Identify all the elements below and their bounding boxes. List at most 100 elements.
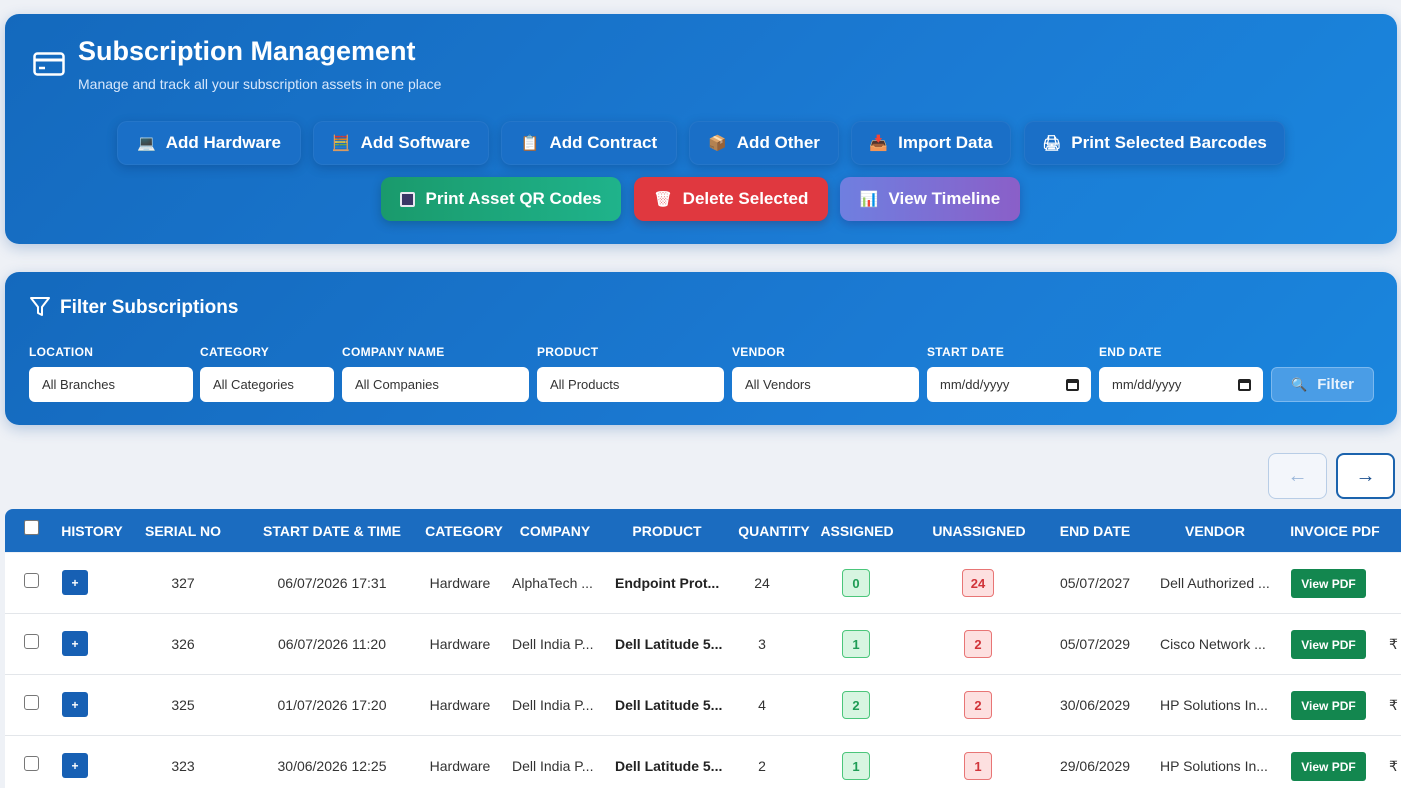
history-expand-button[interactable]: + xyxy=(62,692,88,717)
start-date-input[interactable]: mm/dd/yyyy xyxy=(927,367,1091,402)
col-vendor[interactable]: VENDOR xyxy=(1185,523,1245,539)
table-header: HISTORY SERIAL NO START DATE & TIME CATE… xyxy=(5,509,1401,552)
view-pdf-button[interactable]: View PDF xyxy=(1291,569,1366,598)
row-checkbox[interactable] xyxy=(24,695,39,710)
add-hardware-button[interactable]: 💻 Add Hardware xyxy=(117,121,301,165)
package-icon: 📦 xyxy=(708,134,727,152)
category: Hardware xyxy=(429,636,491,652)
history-expand-button[interactable]: + xyxy=(62,631,88,656)
quantity: 4 xyxy=(758,697,766,713)
start-date: 01/07/2026 17:20 xyxy=(277,697,387,713)
vendor-select[interactable]: All Vendors xyxy=(732,367,919,402)
unassigned-badge: 2 xyxy=(964,691,992,719)
product: Dell Latitude 5... xyxy=(615,697,723,713)
table-row[interactable]: +323 30/06/2026 12:25 Hardware Dell India P… xyxy=(5,736,1401,788)
category-label: CATEGORY xyxy=(200,345,270,359)
col-start-date[interactable]: START DATE & TIME xyxy=(263,523,401,539)
col-quantity[interactable]: QUANTITY xyxy=(738,523,810,539)
unassigned-badge: 2 xyxy=(964,630,992,658)
product: Endpoint Prot... xyxy=(615,575,720,591)
add-contract-button[interactable]: 📋 Add Contract xyxy=(501,121,677,165)
col-end-date[interactable]: END DATE xyxy=(1060,523,1131,539)
company-select[interactable]: All Companies xyxy=(342,367,529,402)
trash-icon: 🗑 xyxy=(653,190,673,208)
amount-cell: ₹ xyxy=(1389,758,1398,774)
col-invoice-pdf[interactable]: INVOICE PDF xyxy=(1290,523,1379,539)
view-pdf-button[interactable]: View PDF xyxy=(1291,752,1366,781)
table-row[interactable]: +326 06/07/2026 11:20 Hardware Dell India P… xyxy=(5,614,1401,675)
delete-selected-button[interactable]: 🗑 Delete Selected xyxy=(634,177,828,221)
quantity: 2 xyxy=(758,758,766,774)
start-date: 06/07/2026 11:20 xyxy=(278,636,386,652)
quantity: 24 xyxy=(754,575,770,591)
history-expand-button[interactable]: + xyxy=(62,753,88,778)
filter-button[interactable]: 🔍 Filter xyxy=(1271,367,1374,402)
row-checkbox[interactable] xyxy=(24,573,39,588)
vendor: Cisco Network ... xyxy=(1160,636,1266,652)
col-assigned[interactable]: ASSIGNED xyxy=(820,523,893,539)
category-select[interactable]: All Categories xyxy=(200,367,334,402)
start-date-label: START DATE xyxy=(927,345,1005,359)
arrow-left-icon: ← xyxy=(1287,464,1308,487)
view-pdf-button[interactable]: View PDF xyxy=(1291,630,1366,659)
col-company[interactable]: COMPANY xyxy=(520,523,591,539)
arrow-right-icon: → xyxy=(1355,464,1376,487)
vendor: HP Solutions In... xyxy=(1160,758,1268,774)
add-other-button[interactable]: 📦 Add Other xyxy=(689,121,839,165)
print-selected-barcodes-button[interactable]: 🖨 Print Selected Barcodes xyxy=(1024,121,1285,165)
col-history[interactable]: HISTORY xyxy=(61,523,122,539)
funnel-icon xyxy=(30,297,50,316)
row-checkbox[interactable] xyxy=(24,756,39,771)
assigned-badge: 0 xyxy=(842,569,870,597)
company: Dell India P... xyxy=(512,697,594,713)
category: Hardware xyxy=(429,758,491,774)
next-page-button[interactable]: → xyxy=(1336,453,1395,499)
credit-card-icon xyxy=(33,52,65,76)
qr-square-icon xyxy=(400,191,416,207)
vendor-label: VENDOR xyxy=(732,345,786,359)
company-name-label: COMPANY NAME xyxy=(342,345,445,359)
filter-title: Filter Subscriptions xyxy=(60,297,239,318)
table-row[interactable]: +325 01/07/2026 17:20 Hardware Dell India P… xyxy=(5,675,1401,736)
product: Dell Latitude 5... xyxy=(615,636,723,652)
end-date-input[interactable]: mm/dd/yyyy xyxy=(1099,367,1263,402)
location-select[interactable]: All Branches xyxy=(29,367,193,402)
calendar-icon[interactable] xyxy=(1066,378,1079,391)
category: Hardware xyxy=(429,575,491,591)
row-checkbox[interactable] xyxy=(24,634,39,649)
product: Dell Latitude 5... xyxy=(615,758,723,774)
table-row[interactable]: +327 06/07/2026 17:31 Hardware AlphaTech ..… xyxy=(5,553,1401,614)
col-serial-no[interactable]: SERIAL NO xyxy=(145,523,221,539)
start-date: 30/06/2026 12:25 xyxy=(277,758,387,774)
end-date: 05/07/2029 xyxy=(1059,636,1131,652)
calendar-icon[interactable] xyxy=(1238,378,1251,391)
serial-no: 326 xyxy=(171,636,195,652)
serial-no: 323 xyxy=(171,758,195,774)
abacus-icon: 🧮 xyxy=(331,134,351,152)
company: AlphaTech ... xyxy=(512,575,593,591)
prev-page-button[interactable]: ← xyxy=(1268,453,1327,499)
add-software-button[interactable]: 🧮 Add Software xyxy=(313,121,489,165)
col-product[interactable]: PRODUCT xyxy=(632,523,701,539)
product-label: PRODUCT xyxy=(537,345,599,359)
company: Dell India P... xyxy=(512,758,594,774)
col-unassigned[interactable]: UNASSIGNED xyxy=(932,523,1025,539)
start-date: 06/07/2026 17:31 xyxy=(277,575,387,591)
header-panel: Subscription Management Manage and track… xyxy=(5,14,1397,244)
select-all-checkbox[interactable] xyxy=(24,520,39,535)
amount-cell: ₹ xyxy=(1389,697,1398,713)
view-timeline-button[interactable]: 📊 View Timeline xyxy=(840,177,1020,221)
search-icon: 🔍 xyxy=(1291,376,1308,392)
end-date: 05/07/2027 xyxy=(1059,575,1131,591)
product-select[interactable]: All Products xyxy=(537,367,724,402)
unassigned-badge: 24 xyxy=(962,569,994,597)
history-expand-button[interactable]: + xyxy=(62,570,88,595)
col-category[interactable]: CATEGORY xyxy=(425,523,503,539)
vendor: HP Solutions In... xyxy=(1160,697,1268,713)
page-title: Subscription Management xyxy=(78,36,416,66)
import-data-button[interactable]: 📥 Import Data xyxy=(851,121,1011,165)
unassigned-badge: 1 xyxy=(964,752,992,780)
inbox-tray-icon: 📥 xyxy=(869,134,889,152)
print-asset-qr-codes-button[interactable]: Print Asset QR Codes xyxy=(381,177,621,221)
view-pdf-button[interactable]: View PDF xyxy=(1291,691,1366,720)
